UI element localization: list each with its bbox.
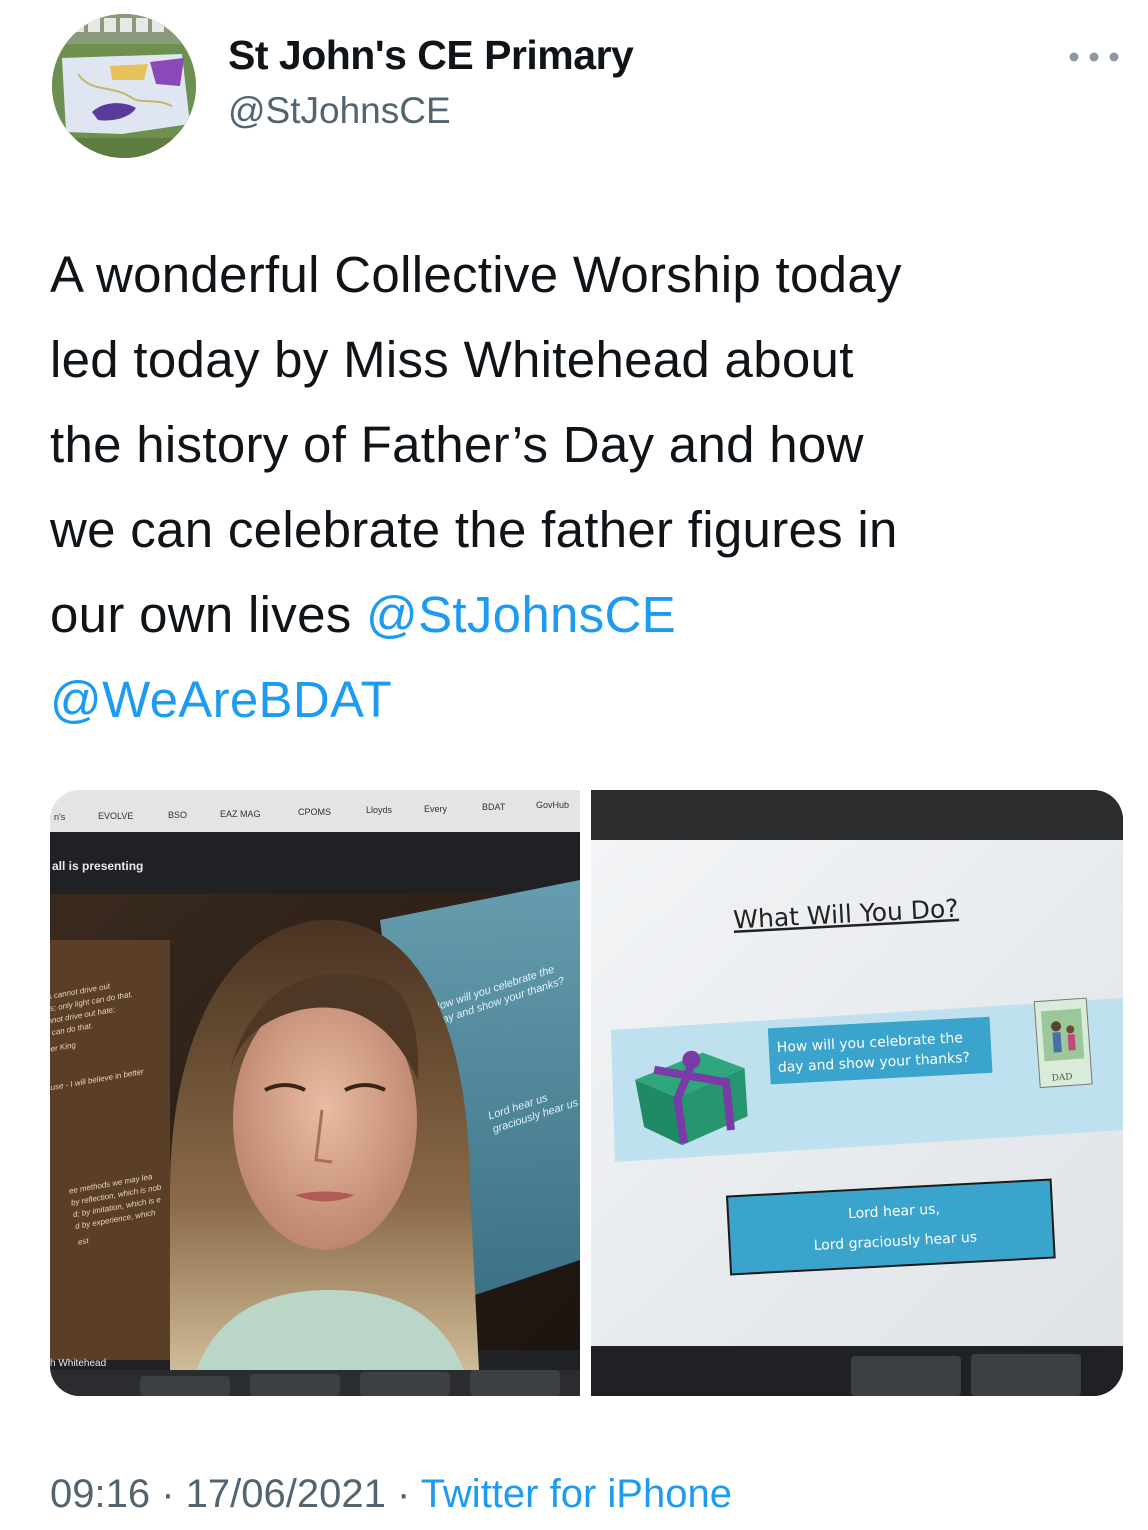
author-handle[interactable]: @StJohnsCE [228,90,451,132]
bookmark-item: BDAT [482,802,506,812]
bookmark-item: BSO [168,810,187,820]
author-display-name[interactable]: St John's CE Primary [228,32,634,79]
tweet-timestamp: 09:16 · 17/06/2021 · Twitter for iPhone [50,1472,732,1517]
presenting-label: all is presenting [52,859,143,873]
bookmark-item: GovHub [536,800,569,810]
bookmark-item: CPOMS [298,807,331,817]
school-artwork-avatar-icon [52,14,196,158]
avatar[interactable] [52,14,196,158]
tweet-line: our own lives @StJohnsCE [50,572,1120,657]
tweet-line: @WeAreBDAT [50,657,1120,742]
tweet-line: led today by Miss Whitehead about [50,331,854,388]
separator: · [150,1472,186,1516]
tweet-line: A wonderful Collective Worship today [50,246,902,303]
tweet-line: we can celebrate the father figures in [50,501,898,558]
photo-slide[interactable]: What Will You Do? How will you celebrate… [591,790,1123,1396]
bookmark-item: n's [54,812,66,822]
tweet-text: A wonderful Collective Worship today led… [50,232,1120,742]
mention-stjohnsce-link[interactable]: @StJohnsCE [366,586,676,643]
more-options-button[interactable] [1066,40,1122,74]
tweet-source-link[interactable]: Twitter for iPhone [421,1472,732,1516]
fathers-day-card-icon: DAD [1033,997,1093,1089]
card-label: DAD [1051,1072,1073,1083]
bookmark-item: Every [424,804,448,814]
separator: · [385,1472,421,1516]
tweet-line: the history of Father’s Day and how [50,416,864,473]
photo-video-call[interactable]: n's EVOLVE BSO EAZ MAG CPOMS Lloyds Ever… [50,790,580,1396]
participant-name-tag: h Whitehead [50,1358,106,1369]
bookmark-item: Lloyds [366,805,393,815]
bookmark-item: EAZ MAG [220,809,261,819]
more-dots-icon [1069,52,1119,62]
mention-wearebdat-link[interactable]: @WeAreBDAT [50,671,392,728]
tweet-time[interactable]: 09:16 [50,1472,150,1516]
bookmark-item: EVOLVE [98,811,133,821]
media-grid: n's EVOLVE BSO EAZ MAG CPOMS Lloyds Ever… [50,790,1123,1396]
tweet-date[interactable]: 17/06/2021 [186,1472,386,1516]
tweet-line-text: our own lives [50,586,367,643]
